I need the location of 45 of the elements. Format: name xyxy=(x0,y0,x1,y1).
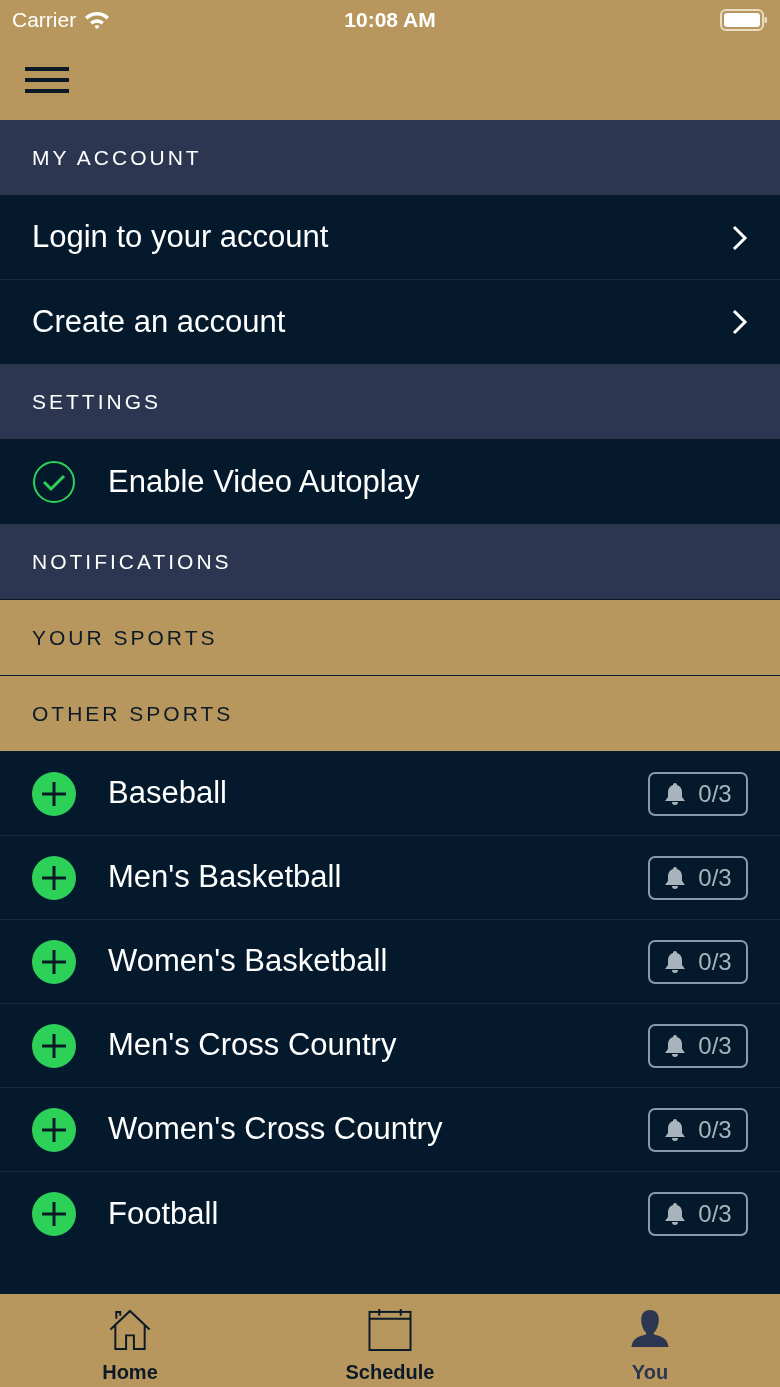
row-label: Women's Basketball xyxy=(108,942,389,981)
notification-count-button[interactable]: 0/3 xyxy=(648,1023,748,1068)
carrier-label: Carrier xyxy=(12,7,77,34)
tab[interactable]: Home xyxy=(0,1294,260,1387)
row-label: Create an account xyxy=(32,302,286,341)
row-label: Login to your account xyxy=(32,218,329,257)
section-header: SETTINGS xyxy=(0,364,780,440)
add-icon[interactable] xyxy=(32,939,76,984)
section-header: NOTIFICATIONS xyxy=(0,524,780,600)
row-label: Enable Video Autoplay xyxy=(108,462,420,501)
row-label: Football xyxy=(108,1194,220,1233)
add-icon[interactable] xyxy=(32,855,76,900)
bell-icon xyxy=(664,1033,687,1058)
bell-icon xyxy=(664,949,687,974)
notification-count-button[interactable]: 0/3 xyxy=(648,939,748,984)
row-label: Men's Cross Country xyxy=(108,1026,398,1065)
row-label: Men's Basketball xyxy=(108,858,343,897)
row-label: Baseball xyxy=(108,774,228,813)
row-label: Women's Cross Country xyxy=(108,1110,444,1149)
add-icon[interactable] xyxy=(32,1192,76,1236)
tab[interactable]: You xyxy=(520,1294,780,1387)
wifi-icon xyxy=(84,10,111,30)
add-icon[interactable] xyxy=(32,1023,76,1068)
bell-icon xyxy=(664,781,687,806)
section-header: OTHER SPORTS xyxy=(0,676,780,752)
chevron-icon xyxy=(732,309,748,335)
checked-circle-icon[interactable] xyxy=(32,460,76,504)
notification-count-button[interactable]: 0/3 xyxy=(648,1192,748,1236)
notification-count-button[interactable]: 0/3 xyxy=(648,855,748,900)
menu-icon[interactable] xyxy=(24,66,70,94)
section-header: MY ACCOUNT xyxy=(0,120,780,196)
add-icon[interactable] xyxy=(32,1107,76,1152)
battery-icon xyxy=(720,9,768,31)
bell-icon xyxy=(664,865,687,890)
tab[interactable]: Schedule xyxy=(260,1294,520,1387)
clock-label: 10:08 AM xyxy=(344,7,436,34)
add-icon[interactable] xyxy=(32,771,76,816)
notification-count-button[interactable]: 0/3 xyxy=(648,1107,748,1152)
calendar-icon xyxy=(368,1308,412,1351)
bell-icon xyxy=(664,1117,687,1142)
chevron-icon xyxy=(732,224,748,251)
home-icon xyxy=(108,1308,152,1351)
notification-count-button[interactable]: 0/3 xyxy=(648,771,748,816)
bell-icon xyxy=(664,1202,687,1226)
section-header: YOUR SPORTS xyxy=(0,600,780,676)
